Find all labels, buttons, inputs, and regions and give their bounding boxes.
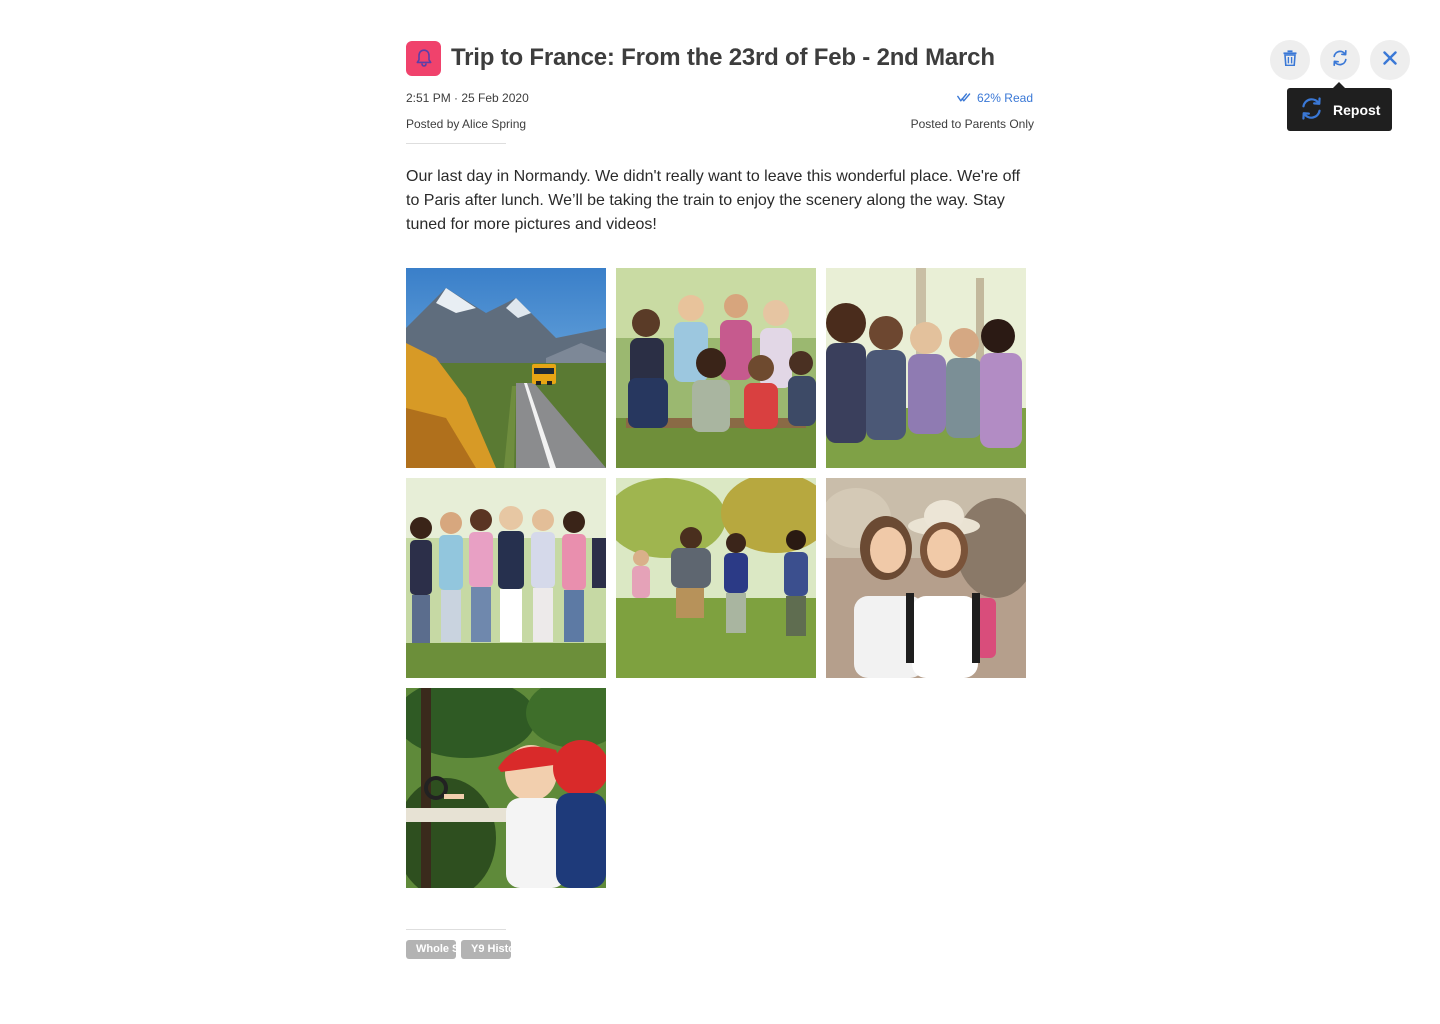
read-stat-label: 62% Read (976, 91, 1033, 105)
photo-kids-red-caps-magnifier[interactable] (406, 688, 606, 888)
photo-two-girls-hat[interactable] (826, 478, 1026, 678)
tag-y9-history[interactable]: Y9 History (461, 940, 511, 959)
photo-bus-mountain-road[interactable] (406, 268, 606, 468)
close-icon (1383, 50, 1397, 70)
posted-by: Posted by Alice Spring (406, 117, 527, 131)
double-check-icon (957, 91, 972, 105)
repost-tooltip: Repost (1287, 82, 1392, 131)
post-title: Trip to France: From the 23rd of Feb - 2… (451, 44, 995, 71)
repost-tooltip-label: Repost (1333, 101, 1381, 118)
post-actions (1270, 40, 1410, 80)
post-header: Trip to France: From the 23rd of Feb - 2… (406, 40, 1034, 76)
repost-icon (1331, 49, 1349, 72)
photo-kids-row-backpacks[interactable] (406, 478, 606, 678)
post-card: Trip to France: From the 23rd of Feb - 2… (406, 40, 1034, 959)
photo-kids-running-field[interactable] (616, 478, 816, 678)
trash-icon (1283, 49, 1297, 71)
close-button[interactable] (1370, 40, 1410, 80)
post-body: Our last day in Normandy. We didn't real… (406, 168, 1021, 233)
tag-whole-school[interactable]: Whole School (406, 940, 456, 959)
footer-divider (406, 929, 506, 930)
read-stat[interactable]: 62% Read (957, 91, 1034, 105)
post-detail-page: Trip to France: From the 23rd of Feb - 2… (0, 0, 1440, 1024)
post-audience: Posted to Parents Only (910, 117, 1034, 131)
post-timestamp: 2:51 PM · 25 Feb 2020 (406, 91, 529, 105)
delete-button[interactable] (1270, 40, 1310, 80)
repost-button[interactable] (1320, 40, 1360, 80)
post-author-row: Posted by Alice Spring Posted to Parents… (406, 117, 1034, 131)
repost-icon (1299, 96, 1324, 124)
bell-icon (406, 40, 441, 76)
header-divider (406, 143, 506, 144)
photo-kids-group-sitting[interactable] (616, 268, 816, 468)
post-meta-row: 2:51 PM · 25 Feb 2020 62% Read (406, 91, 1034, 105)
photo-gallery (406, 268, 1034, 888)
photo-kids-huddle[interactable] (826, 268, 1026, 468)
audience-tags: Whole School Y9 History (406, 940, 1034, 959)
